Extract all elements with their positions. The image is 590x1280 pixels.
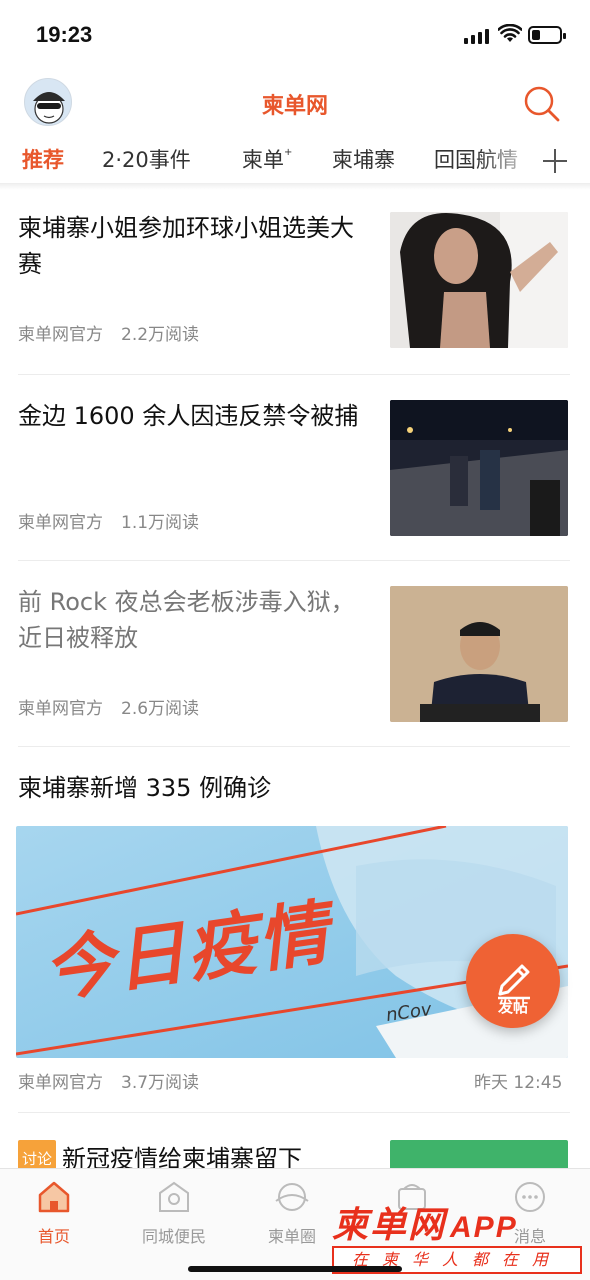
plus-icon — [543, 149, 567, 173]
tab-event[interactable]: 2·20事件 — [102, 144, 191, 174]
divider — [18, 746, 570, 747]
divider — [18, 560, 570, 561]
tabs-fade — [480, 138, 540, 182]
news-title: 讨论 新冠疫情给柬埔寨留下 — [18, 1140, 378, 1168]
status-bar: 19:23 — [0, 0, 590, 70]
status-time: 19:23 — [36, 22, 93, 47]
news-thumbnail — [390, 586, 568, 722]
news-title: 前 Rock 夜总会老板涉毒入狱，近日被释放 — [18, 588, 355, 652]
nav-circle[interactable]: 柬单圈 — [242, 1179, 342, 1247]
news-time: 昨天 12:45 — [474, 1073, 563, 1093]
news-reads: 1.1万阅读 — [121, 513, 200, 533]
search-button[interactable] — [520, 82, 562, 124]
news-meta: 柬单网官方 2.2万阅读 — [18, 320, 199, 345]
app-header: 柬单网 — [0, 70, 590, 134]
news-source: 柬单网官方 — [18, 513, 103, 533]
news-meta: 柬单网官方 1.1万阅读 — [18, 508, 199, 533]
tab-jiandan-label: 柬单 — [242, 148, 284, 172]
news-title-text: 新冠疫情给柬埔寨留下 — [62, 1145, 303, 1168]
post-button[interactable]: 发帖 — [466, 934, 560, 1028]
watermark-brand-name: 柬单网 — [332, 1204, 447, 1245]
battery-icon — [528, 26, 566, 44]
app-watermark: 柬单网 APP 在柬华人都在用 — [332, 1196, 582, 1276]
news-item[interactable]: 讨论 新冠疫情给柬埔寨留下 — [0, 1114, 590, 1168]
news-title: 柬埔寨小姐参加环球小姐选美大赛 — [18, 214, 354, 278]
news-source: 柬单网官方 — [18, 1073, 103, 1093]
news-reads: 3.7万阅读 — [121, 1073, 200, 1093]
news-reads: 2.6万阅读 — [121, 699, 200, 719]
home-icon — [38, 1181, 70, 1213]
post-button-label: 发帖 — [497, 998, 528, 1016]
nav-home-label: 首页 — [37, 1227, 70, 1246]
news-item[interactable]: 柬埔寨小姐参加环球小姐选美大赛 柬单网官方 2.2万阅读 — [0, 190, 590, 376]
search-icon — [524, 86, 560, 122]
nav-circle-label: 柬单圈 — [267, 1227, 316, 1246]
news-item[interactable]: 金边 1600 余人因违反禁令被捕 柬单网官方 1.1万阅读 — [0, 376, 590, 562]
tab-jiandan-plus: + — [284, 147, 293, 158]
channel-tabs: 推荐 2·20事件 柬单+ 柬埔寨 回国航情 — [0, 138, 590, 184]
page-title: 柬单网 — [261, 94, 328, 119]
news-thumbnail — [390, 400, 568, 536]
news-source: 柬单网官方 — [18, 699, 103, 719]
city-icon — [159, 1181, 189, 1212]
discussion-tag: 讨论 — [18, 1140, 57, 1168]
divider — [18, 374, 570, 375]
home-indicator[interactable] — [188, 1266, 402, 1272]
news-thumbnail — [390, 212, 568, 348]
signal-icon — [464, 28, 490, 44]
news-reads: 2.2万阅读 — [121, 325, 200, 345]
nav-city[interactable]: 同城便民 — [124, 1179, 224, 1247]
tab-cambodia[interactable]: 柬埔寨 — [332, 144, 395, 174]
news-title: 金边 1600 余人因违反禁令被捕 — [18, 402, 359, 430]
news-meta: 柬单网官方 2.6万阅读 — [18, 694, 199, 719]
news-thumbnail — [390, 1140, 568, 1168]
add-channel-button[interactable] — [538, 140, 572, 180]
news-source: 柬单网官方 — [18, 325, 103, 345]
news-title: 柬埔寨新增 335 例确诊 — [18, 774, 272, 802]
nav-city-label: 同城便民 — [141, 1227, 206, 1246]
watermark-brand: 柬单网 APP — [332, 1196, 582, 1248]
wifi-icon — [498, 24, 522, 42]
tab-recommend[interactable]: 推荐 — [22, 144, 64, 174]
watermark-suffix: APP — [450, 1211, 518, 1244]
news-meta: 柬单网官方 3.7万阅读 — [18, 1068, 199, 1093]
tab-jiandan[interactable]: 柬单+ — [242, 144, 292, 174]
circle-icon — [275, 1183, 309, 1211]
news-item[interactable]: 前 Rock 夜总会老板涉毒入狱，近日被释放 柬单网官方 2.6万阅读 — [0, 562, 590, 748]
nav-home[interactable]: 首页 — [4, 1179, 104, 1247]
divider — [18, 1112, 570, 1113]
